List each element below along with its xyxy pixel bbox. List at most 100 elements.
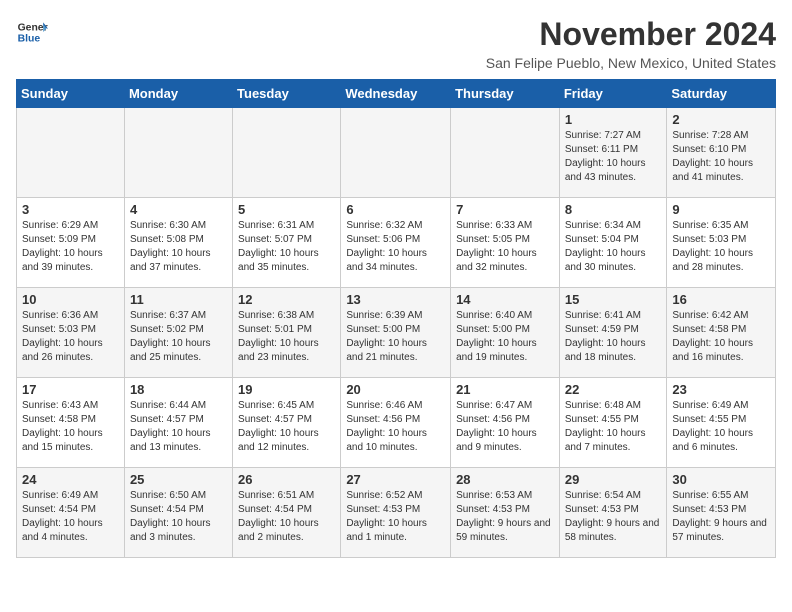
day-info: Sunrise: 6:49 AM Sunset: 4:54 PM Dayligh… — [22, 489, 119, 545]
day-cell-30: 30 Sunrise: 6:55 AM Sunset: 4:53 PM Dayli… — [667, 468, 776, 558]
day-cell-8: 8 Sunrise: 6:34 AM Sunset: 5:04 PM Daylig… — [559, 198, 667, 288]
day-number: 7 — [456, 202, 554, 217]
weekday-header-sunday: Sunday — [17, 80, 125, 108]
day-info: Sunrise: 6:40 AM Sunset: 5:00 PM Dayligh… — [456, 309, 554, 365]
day-number: 25 — [130, 472, 227, 487]
day-info: Sunrise: 6:52 AM Sunset: 4:53 PM Dayligh… — [346, 489, 445, 545]
day-cell-11: 11 Sunrise: 6:37 AM Sunset: 5:02 PM Dayli… — [124, 288, 232, 378]
day-info: Sunrise: 7:28 AM Sunset: 6:10 PM Dayligh… — [672, 129, 770, 185]
day-cell-25: 25 Sunrise: 6:50 AM Sunset: 4:54 PM Dayli… — [124, 468, 232, 558]
day-info: Sunrise: 6:45 AM Sunset: 4:57 PM Dayligh… — [238, 399, 335, 455]
day-cell-2: 2 Sunrise: 7:28 AM Sunset: 6:10 PM Daylig… — [667, 108, 776, 198]
week-row-2: 3Sunrise: 6:29 AM Sunset: 5:09 PM Daylig… — [17, 198, 776, 288]
day-cell-21: 21Sunrise: 6:47 AM Sunset: 4:56 PM Dayli… — [451, 378, 560, 468]
calendar-table: SundayMondayTuesdayWednesdayThursdayFrid… — [16, 79, 776, 558]
day-number: 27 — [346, 472, 445, 487]
day-info: Sunrise: 6:48 AM Sunset: 4:55 PM Dayligh… — [565, 399, 662, 455]
day-cell-4: 4 Sunrise: 6:30 AM Sunset: 5:08 PM Daylig… — [124, 198, 232, 288]
day-info: Sunrise: 6:55 AM Sunset: 4:53 PM Dayligh… — [672, 489, 770, 545]
day-info: Sunrise: 6:32 AM Sunset: 5:06 PM Dayligh… — [346, 219, 445, 275]
day-number: 22 — [565, 382, 662, 397]
weekday-header-tuesday: Tuesday — [233, 80, 341, 108]
day-info: Sunrise: 6:53 AM Sunset: 4:53 PM Dayligh… — [456, 489, 554, 545]
day-cell-9: 9 Sunrise: 6:35 AM Sunset: 5:03 PM Daylig… — [667, 198, 776, 288]
day-number: 15 — [565, 292, 662, 307]
day-number: 21 — [456, 382, 554, 397]
day-cell-17: 17 Sunrise: 6:43 AM Sunset: 4:58 PM Dayli… — [17, 378, 125, 468]
day-info: Sunrise: 6:31 AM Sunset: 5:07 PM Dayligh… — [238, 219, 335, 275]
weekday-header-monday: Monday — [124, 80, 232, 108]
weekday-header-thursday: Thursday — [451, 80, 560, 108]
day-number: 30 — [672, 472, 770, 487]
day-number: 19 — [238, 382, 335, 397]
day-number: 9 — [672, 202, 770, 217]
day-cell-13: 13Sunrise: 6:39 AM Sunset: 5:00 PM Dayli… — [341, 288, 451, 378]
day-number: 23 — [672, 382, 770, 397]
weekday-header-row: SundayMondayTuesdayWednesdayThursdayFrid… — [17, 80, 776, 108]
month-title: November 2024 — [486, 16, 776, 53]
day-info: Sunrise: 6:50 AM Sunset: 4:54 PM Dayligh… — [130, 489, 227, 545]
empty-cell — [233, 108, 341, 198]
day-number: 16 — [672, 292, 770, 307]
day-cell-5: 5 Sunrise: 6:31 AM Sunset: 5:07 PM Daylig… — [233, 198, 341, 288]
day-number: 28 — [456, 472, 554, 487]
day-cell-3: 3Sunrise: 6:29 AM Sunset: 5:09 PM Daylig… — [17, 198, 125, 288]
day-info: Sunrise: 6:43 AM Sunset: 4:58 PM Dayligh… — [22, 399, 119, 455]
day-cell-14: 14 Sunrise: 6:40 AM Sunset: 5:00 PM Dayli… — [451, 288, 560, 378]
day-info: Sunrise: 7:27 AM Sunset: 6:11 PM Dayligh… — [565, 129, 662, 185]
day-number: 11 — [130, 292, 227, 307]
day-number: 1 — [565, 112, 662, 127]
week-row-1: 1 Sunrise: 7:27 AM Sunset: 6:11 PM Daylig… — [17, 108, 776, 198]
day-number: 12 — [238, 292, 335, 307]
day-info: Sunrise: 6:30 AM Sunset: 5:08 PM Dayligh… — [130, 219, 227, 275]
day-info: Sunrise: 6:41 AM Sunset: 4:59 PM Dayligh… — [565, 309, 662, 365]
week-row-5: 24 Sunrise: 6:49 AM Sunset: 4:54 PM Dayli… — [17, 468, 776, 558]
day-number: 10 — [22, 292, 119, 307]
day-cell-23: 23Sunrise: 6:49 AM Sunset: 4:55 PM Dayli… — [667, 378, 776, 468]
day-cell-22: 22 Sunrise: 6:48 AM Sunset: 4:55 PM Dayli… — [559, 378, 667, 468]
day-info: Sunrise: 6:29 AM Sunset: 5:09 PM Dayligh… — [22, 219, 119, 275]
day-cell-18: 18 Sunrise: 6:44 AM Sunset: 4:57 PM Dayli… — [124, 378, 232, 468]
day-info: Sunrise: 6:46 AM Sunset: 4:56 PM Dayligh… — [346, 399, 445, 455]
day-cell-10: 10 Sunrise: 6:36 AM Sunset: 5:03 PM Dayli… — [17, 288, 125, 378]
day-number: 14 — [456, 292, 554, 307]
day-info: Sunrise: 6:37 AM Sunset: 5:02 PM Dayligh… — [130, 309, 227, 365]
weekday-header-friday: Friday — [559, 80, 667, 108]
empty-cell — [17, 108, 125, 198]
title-block: November 2024 San Felipe Pueblo, New Mex… — [486, 16, 776, 71]
day-cell-6: 6 Sunrise: 6:32 AM Sunset: 5:06 PM Daylig… — [341, 198, 451, 288]
day-number: 18 — [130, 382, 227, 397]
day-cell-16: 16 Sunrise: 6:42 AM Sunset: 4:58 PM Dayli… — [667, 288, 776, 378]
day-number: 8 — [565, 202, 662, 217]
day-number: 17 — [22, 382, 119, 397]
day-info: Sunrise: 6:34 AM Sunset: 5:04 PM Dayligh… — [565, 219, 662, 275]
day-number: 6 — [346, 202, 445, 217]
day-cell-29: 29 Sunrise: 6:54 AM Sunset: 4:53 PM Dayli… — [559, 468, 667, 558]
day-info: Sunrise: 6:36 AM Sunset: 5:03 PM Dayligh… — [22, 309, 119, 365]
day-cell-12: 12Sunrise: 6:38 AM Sunset: 5:01 PM Dayli… — [233, 288, 341, 378]
day-cell-15: 15 Sunrise: 6:41 AM Sunset: 4:59 PM Dayli… — [559, 288, 667, 378]
day-number: 20 — [346, 382, 445, 397]
day-info: Sunrise: 6:42 AM Sunset: 4:58 PM Dayligh… — [672, 309, 770, 365]
logo-icon: General Blue — [16, 16, 48, 48]
day-info: Sunrise: 6:44 AM Sunset: 4:57 PM Dayligh… — [130, 399, 227, 455]
day-number: 4 — [130, 202, 227, 217]
day-number: 24 — [22, 472, 119, 487]
day-cell-20: 20 Sunrise: 6:46 AM Sunset: 4:56 PM Dayli… — [341, 378, 451, 468]
svg-text:Blue: Blue — [18, 34, 41, 45]
empty-cell — [124, 108, 232, 198]
day-cell-27: 27 Sunrise: 6:52 AM Sunset: 4:53 PM Dayli… — [341, 468, 451, 558]
day-number: 29 — [565, 472, 662, 487]
weekday-header-wednesday: Wednesday — [341, 80, 451, 108]
day-info: Sunrise: 6:51 AM Sunset: 4:54 PM Dayligh… — [238, 489, 335, 545]
empty-cell — [341, 108, 451, 198]
day-cell-24: 24 Sunrise: 6:49 AM Sunset: 4:54 PM Dayli… — [17, 468, 125, 558]
day-number: 13 — [346, 292, 445, 307]
day-cell-26: 26Sunrise: 6:51 AM Sunset: 4:54 PM Dayli… — [233, 468, 341, 558]
day-info: Sunrise: 6:54 AM Sunset: 4:53 PM Dayligh… — [565, 489, 662, 545]
day-cell-7: 7Sunrise: 6:33 AM Sunset: 5:05 PM Daylig… — [451, 198, 560, 288]
day-cell-19: 19 Sunrise: 6:45 AM Sunset: 4:57 PM Dayli… — [233, 378, 341, 468]
day-info: Sunrise: 6:35 AM Sunset: 5:03 PM Dayligh… — [672, 219, 770, 275]
day-number: 5 — [238, 202, 335, 217]
day-number: 2 — [672, 112, 770, 127]
